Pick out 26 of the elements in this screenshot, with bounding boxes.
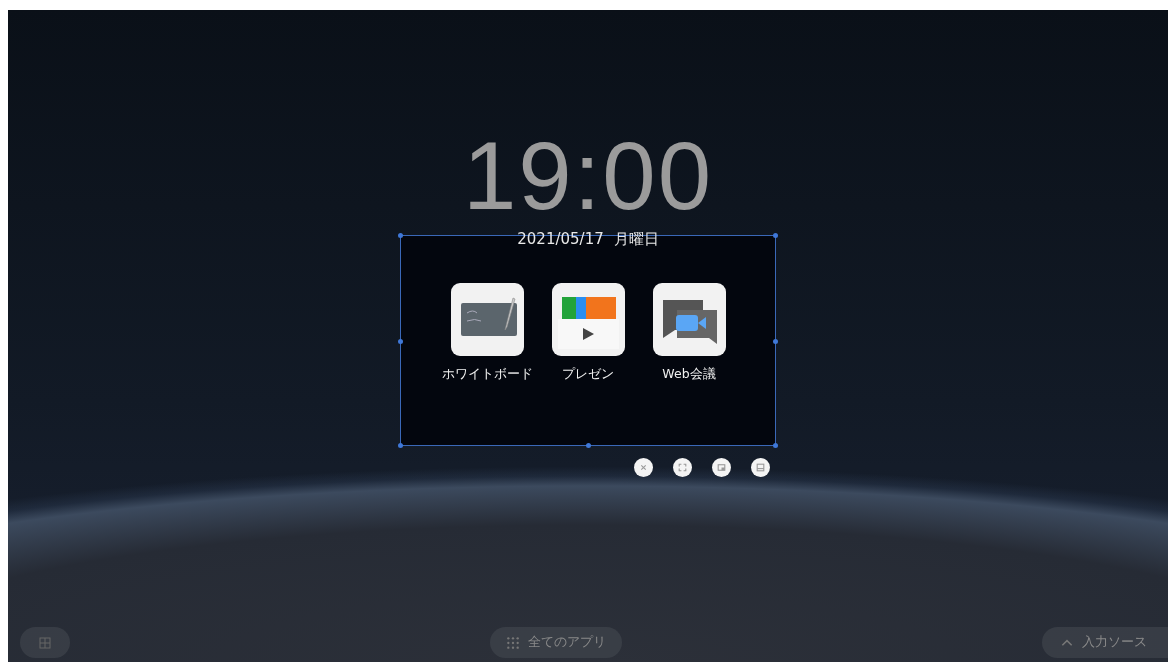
window-button[interactable] <box>712 458 731 477</box>
panel-icon <box>755 462 766 473</box>
all-apps-button[interactable]: 全てのアプリ <box>490 627 622 658</box>
app-label: プレゼン <box>562 366 614 383</box>
minimize-button[interactable] <box>751 458 770 477</box>
resize-handle[interactable] <box>398 339 403 344</box>
fullscreen-icon <box>677 462 688 473</box>
close-button[interactable] <box>634 458 653 477</box>
resize-handle[interactable] <box>398 443 403 448</box>
grid-layout-icon <box>39 636 51 649</box>
whiteboard-app-icon[interactable] <box>450 283 524 356</box>
input-source-button[interactable]: 入力ソース <box>1042 627 1168 658</box>
resize-handle[interactable] <box>773 339 778 344</box>
presentation-app-icon[interactable] <box>551 283 625 356</box>
app-label: ホワイトボード <box>441 366 533 383</box>
resize-handle[interactable] <box>773 443 778 448</box>
video-chat-app-icon[interactable] <box>652 283 726 356</box>
resize-handle[interactable] <box>398 233 403 238</box>
fullscreen-button[interactable] <box>673 458 692 477</box>
grid-icon <box>506 635 520 650</box>
clock-time: 19:00 <box>462 128 714 224</box>
resize-handle[interactable] <box>586 443 591 448</box>
app-label: Web会議 <box>662 366 716 383</box>
close-icon <box>638 462 649 473</box>
window-icon <box>716 462 727 473</box>
resize-handle[interactable] <box>773 233 778 238</box>
